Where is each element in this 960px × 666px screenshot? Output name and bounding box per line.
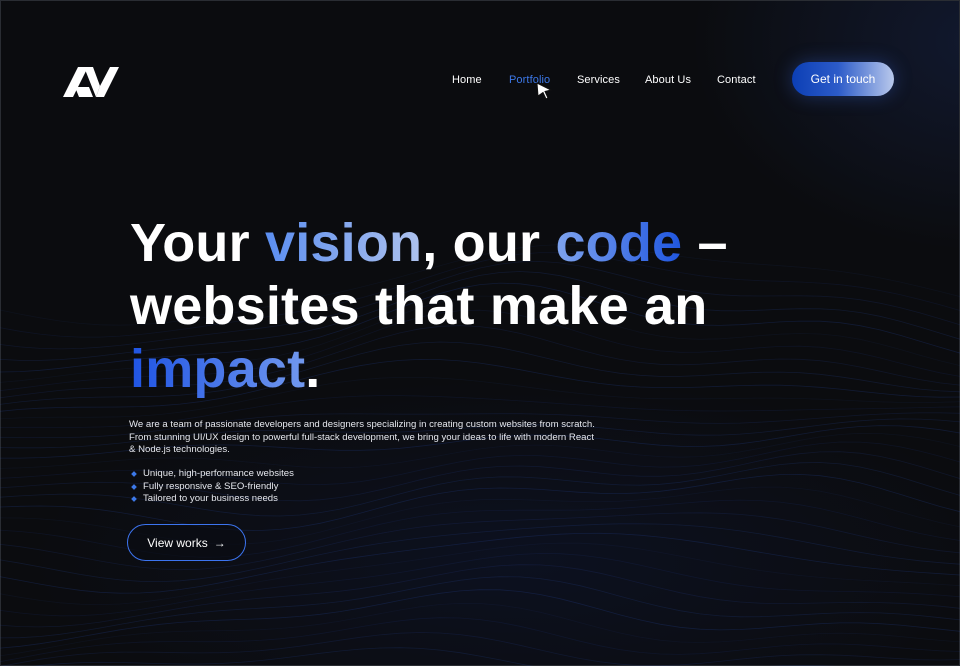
view-works-button[interactable]: View works →: [127, 524, 246, 561]
mouse-cursor-icon: [536, 82, 553, 100]
headline-word: –: [682, 213, 728, 273]
headline-highlight-vision: vision: [265, 213, 423, 273]
feature-item: Unique, high-performance websites: [130, 468, 294, 481]
feature-item: Tailored to your business needs: [130, 493, 294, 506]
feature-text: Tailored to your business needs: [143, 493, 278, 504]
view-works-label: View works: [147, 535, 208, 550]
nav-link-contact[interactable]: Contact: [717, 74, 756, 86]
nav-link-about-us[interactable]: About Us: [645, 74, 691, 86]
feature-item: Fully responsive & SEO-friendly: [130, 481, 294, 494]
feature-text: Fully responsive & SEO-friendly: [143, 480, 279, 492]
headline-highlight-impact: impact: [130, 339, 306, 399]
hero-description: We are a team of passionate developers a…: [129, 419, 595, 455]
nav-link-services[interactable]: Services: [577, 74, 620, 86]
headline-line-2: websites that make an: [130, 276, 708, 336]
feature-list: Unique, high-performance websites Fully …: [130, 468, 294, 506]
headline-word: , our: [422, 213, 556, 273]
get-in-touch-button[interactable]: Get in touch: [792, 62, 894, 96]
headline-word: .: [305, 339, 321, 399]
diamond-bullet-icon: [131, 483, 137, 490]
nav-link-home[interactable]: Home: [452, 74, 482, 86]
feature-text: Unique, high-performance websites: [143, 468, 294, 479]
diamond-bullet-icon: [131, 471, 137, 478]
headline-highlight-code: code: [555, 213, 683, 273]
hero-headline: Your vision, our code – websites that ma…: [130, 212, 770, 401]
diamond-bullet-icon: [131, 496, 137, 503]
arrow-right-icon: →: [213, 535, 226, 550]
headline-word: Your: [130, 213, 265, 273]
